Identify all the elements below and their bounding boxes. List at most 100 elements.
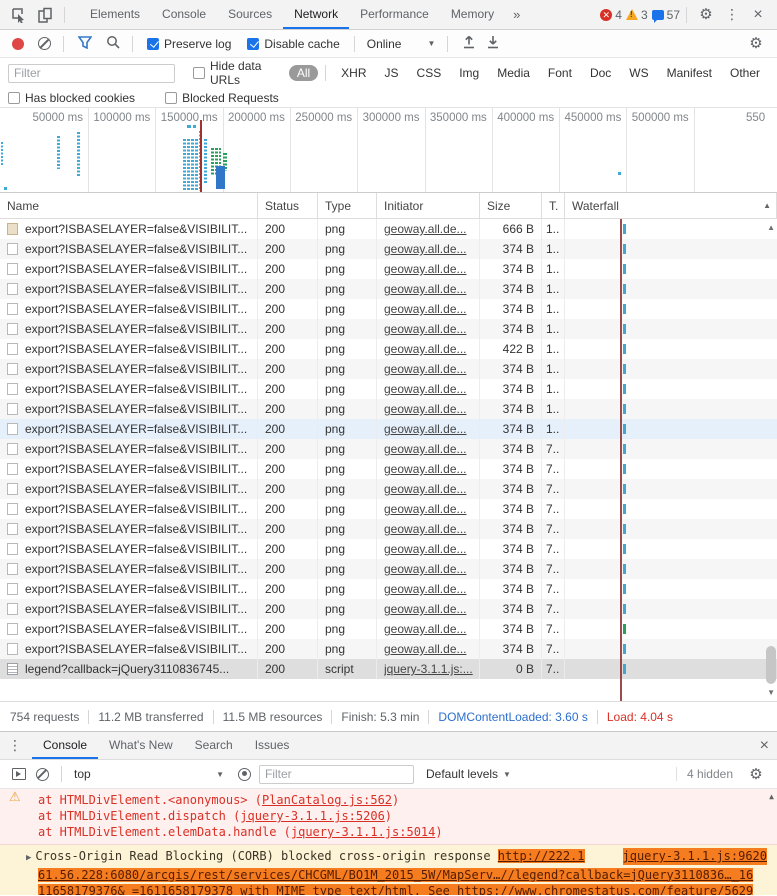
drawer-tab-console[interactable]: Console bbox=[32, 732, 98, 759]
filter-pill-all[interactable]: All bbox=[289, 65, 318, 81]
tab-sources[interactable]: Sources bbox=[217, 0, 283, 29]
initiator-link[interactable]: geoway.all.de... bbox=[384, 622, 467, 636]
live-expression-icon[interactable] bbox=[238, 768, 251, 781]
source-location-link[interactable]: jquery-3.1.1.js:5014 bbox=[291, 825, 436, 839]
initiator-link[interactable]: geoway.all.de... bbox=[384, 362, 467, 376]
hide-data-urls-checkbox[interactable]: Hide data URLs bbox=[193, 59, 274, 87]
console-settings-gear-icon[interactable]: ⚙ bbox=[743, 761, 769, 787]
source-location-link[interactable]: jquery-3.1.1.js:5206 bbox=[240, 809, 385, 823]
device-toolbar-icon[interactable] bbox=[32, 2, 58, 28]
more-tabs-chevron[interactable]: » bbox=[505, 7, 528, 22]
table-row[interactable]: export?ISBASELAYER=false&VISIBILIT...200… bbox=[0, 219, 777, 239]
search-icon[interactable] bbox=[106, 35, 120, 52]
table-row[interactable]: export?ISBASELAYER=false&VISIBILIT...200… bbox=[0, 459, 777, 479]
initiator-link[interactable]: geoway.all.de... bbox=[384, 582, 467, 596]
has-blocked-cookies-checkbox[interactable]: Has blocked cookies bbox=[8, 91, 135, 105]
table-row[interactable]: export?ISBASELAYER=false&VISIBILIT...200… bbox=[0, 539, 777, 559]
warning-badge[interactable]: 3 bbox=[626, 8, 648, 22]
initiator-link[interactable]: geoway.all.de... bbox=[384, 502, 467, 516]
table-row[interactable]: export?ISBASELAYER=false&VISIBILIT...200… bbox=[0, 379, 777, 399]
blocked-requests-checkbox[interactable]: Blocked Requests bbox=[165, 91, 279, 105]
import-har-icon[interactable] bbox=[462, 35, 476, 52]
console-filter-input[interactable] bbox=[259, 765, 414, 784]
table-row[interactable]: export?ISBASELAYER=false&VISIBILIT...200… bbox=[0, 439, 777, 459]
initiator-link[interactable]: geoway.all.de... bbox=[384, 642, 467, 656]
column-header-type[interactable]: Type bbox=[318, 193, 377, 218]
initiator-link[interactable]: geoway.all.de... bbox=[384, 402, 467, 416]
drawer-tab-search[interactable]: Search bbox=[184, 732, 244, 759]
table-row[interactable]: export?ISBASELAYER=false&VISIBILIT...200… bbox=[0, 639, 777, 659]
column-header-name[interactable]: Name bbox=[0, 193, 258, 218]
initiator-link[interactable]: geoway.all.de... bbox=[384, 322, 467, 336]
initiator-link[interactable]: geoway.all.de... bbox=[384, 602, 467, 616]
drawer-tab-issues[interactable]: Issues bbox=[244, 732, 301, 759]
initiator-link[interactable]: geoway.all.de... bbox=[384, 302, 467, 316]
drawer-tab-what-s-new[interactable]: What's New bbox=[98, 732, 184, 759]
table-row[interactable]: export?ISBASELAYER=false&VISIBILIT...200… bbox=[0, 259, 777, 279]
settings-gear-icon[interactable]: ⚙ bbox=[693, 2, 719, 28]
close-drawer-icon[interactable]: × bbox=[760, 738, 769, 754]
sort-ascending-icon[interactable]: ▲ bbox=[763, 201, 771, 210]
clear-console-icon[interactable] bbox=[36, 768, 49, 781]
table-row[interactable]: export?ISBASELAYER=false&VISIBILIT...200… bbox=[0, 239, 777, 259]
table-row[interactable]: export?ISBASELAYER=false&VISIBILIT...200… bbox=[0, 519, 777, 539]
close-devtools-icon[interactable]: × bbox=[745, 2, 771, 28]
table-row[interactable]: export?ISBASELAYER=false&VISIBILIT...200… bbox=[0, 419, 777, 439]
filter-pill-ws[interactable]: WS bbox=[621, 65, 656, 81]
table-row[interactable]: export?ISBASELAYER=false&VISIBILIT...200… bbox=[0, 399, 777, 419]
table-row[interactable]: export?ISBASELAYER=false&VISIBILIT...200… bbox=[0, 319, 777, 339]
drawer-menu-icon[interactable]: ⋮ bbox=[8, 739, 22, 753]
table-row[interactable]: export?ISBASELAYER=false&VISIBILIT...200… bbox=[0, 359, 777, 379]
scrollbar-thumb[interactable] bbox=[766, 646, 776, 684]
table-row[interactable]: legend?callback=jQuery3110836745...200sc… bbox=[0, 659, 777, 679]
initiator-link[interactable]: geoway.all.de... bbox=[384, 382, 467, 396]
clear-network-log-icon[interactable] bbox=[38, 37, 51, 50]
table-row[interactable]: export?ISBASELAYER=false&VISIBILIT...200… bbox=[0, 579, 777, 599]
tab-elements[interactable]: Elements bbox=[79, 0, 151, 29]
throttling-dropdown[interactable]: Online ▼ bbox=[367, 37, 436, 51]
export-har-icon[interactable] bbox=[486, 35, 500, 52]
initiator-link[interactable]: geoway.all.de... bbox=[384, 482, 467, 496]
table-row[interactable]: export?ISBASELAYER=false&VISIBILIT...200… bbox=[0, 559, 777, 579]
table-row[interactable]: export?ISBASELAYER=false&VISIBILIT...200… bbox=[0, 339, 777, 359]
table-scrollbar[interactable]: ▲ ▼ bbox=[764, 219, 777, 701]
filter-pill-manifest[interactable]: Manifest bbox=[659, 65, 720, 81]
filter-pill-media[interactable]: Media bbox=[489, 65, 538, 81]
initiator-link[interactable]: geoway.all.de... bbox=[384, 462, 467, 476]
console-scroll-up-icon[interactable]: ▲ bbox=[769, 792, 774, 801]
initiator-link[interactable]: geoway.all.de... bbox=[384, 262, 467, 276]
console-sidebar-icon[interactable] bbox=[12, 768, 26, 780]
scroll-up-icon[interactable]: ▲ bbox=[767, 223, 775, 232]
column-header-t[interactable]: T. bbox=[542, 193, 565, 218]
inspect-element-icon[interactable] bbox=[6, 2, 32, 28]
table-row[interactable]: export?ISBASELAYER=false&VISIBILIT...200… bbox=[0, 279, 777, 299]
warning-source-link[interactable]: jquery-3.1.1.js:9620 bbox=[623, 848, 768, 865]
initiator-link[interactable]: geoway.all.de... bbox=[384, 522, 467, 536]
initiator-link[interactable]: jquery-3.1.1.js:... bbox=[384, 662, 473, 676]
expand-triangle-icon[interactable]: ▶ bbox=[26, 853, 31, 863]
preserve-log-checkbox[interactable]: Preserve log bbox=[147, 37, 231, 51]
filter-pill-xhr[interactable]: XHR bbox=[333, 65, 374, 81]
initiator-link[interactable]: geoway.all.de... bbox=[384, 222, 467, 236]
filter-pill-other[interactable]: Other bbox=[722, 65, 768, 81]
initiator-link[interactable]: geoway.all.de... bbox=[384, 562, 467, 576]
table-row[interactable]: export?ISBASELAYER=false&VISIBILIT...200… bbox=[0, 299, 777, 319]
initiator-link[interactable]: geoway.all.de... bbox=[384, 342, 467, 356]
table-row[interactable]: export?ISBASELAYER=false&VISIBILIT...200… bbox=[0, 599, 777, 619]
record-network-log-icon[interactable] bbox=[12, 38, 24, 50]
network-overview-timeline[interactable]: 50000 ms100000 ms150000 ms200000 ms25000… bbox=[0, 108, 777, 193]
column-header-size[interactable]: Size bbox=[480, 193, 542, 218]
network-filter-input[interactable] bbox=[8, 64, 175, 83]
filter-pill-img[interactable]: Img bbox=[451, 65, 487, 81]
filter-funnel-icon[interactable] bbox=[78, 36, 92, 52]
column-header-status[interactable]: Status bbox=[258, 193, 318, 218]
filter-pill-css[interactable]: CSS bbox=[409, 65, 450, 81]
column-header-waterfall[interactable]: Waterfall bbox=[565, 193, 777, 218]
disable-cache-checkbox[interactable]: Disable cache bbox=[247, 37, 339, 51]
log-levels-dropdown[interactable]: Default levels ▼ bbox=[426, 767, 511, 781]
tab-console[interactable]: Console bbox=[151, 0, 217, 29]
table-row[interactable]: export?ISBASELAYER=false&VISIBILIT...200… bbox=[0, 479, 777, 499]
network-settings-gear-icon[interactable]: ⚙ bbox=[743, 31, 769, 57]
execution-context-dropdown[interactable]: top ▼ bbox=[74, 767, 224, 781]
issues-badge[interactable]: 57 bbox=[652, 8, 680, 22]
